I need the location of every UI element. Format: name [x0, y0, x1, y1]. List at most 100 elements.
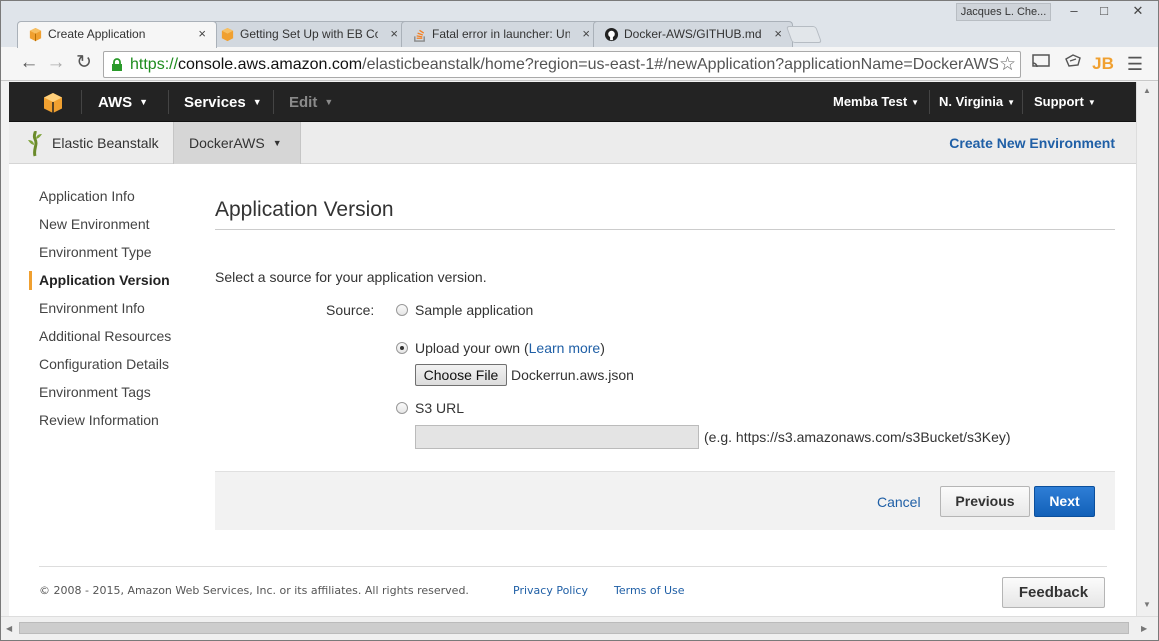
nav-divider — [1022, 90, 1023, 114]
vertical-scrollbar[interactable]: ▲ ▼ — [1136, 82, 1158, 616]
close-icon[interactable]: × — [774, 22, 782, 46]
step-review-information[interactable]: Review Information — [29, 406, 199, 434]
pocket-icon[interactable] — [1061, 53, 1085, 75]
sample-application-radio[interactable] — [396, 304, 408, 316]
account-menu[interactable]: Memba Test ▼ — [833, 82, 919, 122]
s3-url-label[interactable]: S3 URL — [415, 400, 464, 416]
address-bar[interactable]: https://console.aws.amazon.com/elasticbe… — [103, 51, 1021, 78]
services-menu[interactable]: Services ▼ — [184, 82, 262, 122]
nav-divider — [81, 90, 82, 114]
chevron-down-icon: ▼ — [324, 97, 334, 107]
tab-strip: Jacques L. Che... – □ ✕ Create Applicati… — [1, 1, 1158, 48]
wizard-steps-nav: Application Info New Environment Environ… — [29, 182, 199, 434]
main-content: Application Info New Environment Environ… — [9, 164, 1136, 616]
aws-cube-icon — [29, 27, 42, 42]
close-icon[interactable]: × — [582, 22, 590, 46]
chevron-down-icon: ▼ — [139, 97, 149, 107]
feedback-button[interactable]: Feedback — [1002, 577, 1105, 608]
tab-docker-aws-github[interactable]: Docker-AWS/GITHUB.md × — [593, 21, 793, 47]
scroll-right-icon[interactable]: ▶ — [1141, 624, 1147, 633]
maximize-button[interactable]: □ — [1089, 1, 1119, 23]
profile-button[interactable]: Jacques L. Che... — [956, 3, 1051, 21]
s3-url-radio[interactable] — [396, 402, 408, 414]
browser-window: Jacques L. Che... – □ ✕ Create Applicati… — [0, 0, 1159, 641]
terms-of-use-link[interactable]: Terms of Use — [614, 584, 685, 597]
service-title[interactable]: Elastic Beanstalk — [52, 122, 159, 164]
previous-button[interactable]: Previous — [940, 486, 1030, 517]
nav-divider — [929, 90, 930, 114]
intro-text: Select a source for your application ver… — [215, 269, 487, 285]
cancel-link[interactable]: Cancel — [877, 494, 921, 510]
step-new-environment[interactable]: New Environment — [29, 210, 199, 238]
learn-more-link[interactable]: Learn more — [529, 340, 601, 356]
close-icon[interactable]: × — [198, 22, 206, 46]
application-selector[interactable]: DockerAWS ▼ — [173, 122, 301, 164]
url-text: https://console.aws.amazon.com/elasticbe… — [130, 56, 998, 73]
aws-top-nav: AWS ▼ Services ▼ Edit ▼ Memba Test ▼ N. Virg… — [9, 82, 1136, 122]
scroll-up-icon[interactable]: ▲ — [1143, 86, 1151, 95]
nav-divider — [273, 90, 274, 114]
scroll-down-icon[interactable]: ▼ — [1143, 600, 1151, 609]
copyright-text: © 2008 - 2015, Amazon Web Services, Inc.… — [39, 584, 469, 597]
stackoverflow-icon — [414, 29, 425, 42]
chosen-file-name: Dockerrun.aws.json — [511, 367, 634, 383]
step-environment-info[interactable]: Environment Info — [29, 294, 199, 322]
choose-file-button[interactable]: Choose File — [415, 364, 507, 386]
scroll-thumb[interactable] — [19, 622, 1129, 634]
create-new-environment-link[interactable]: Create New Environment — [949, 122, 1115, 164]
cast-icon[interactable] — [1029, 53, 1053, 75]
minimize-button[interactable]: – — [1059, 1, 1089, 23]
tab-label: Getting Set Up with EB Co — [240, 27, 378, 41]
support-menu[interactable]: Support ▼ — [1034, 82, 1096, 122]
edit-menu[interactable]: Edit ▼ — [289, 82, 333, 122]
close-window-button[interactable]: ✕ — [1119, 1, 1157, 23]
browser-toolbar: ← → ↻ https://console.aws.amazon.com/ela… — [1, 47, 1158, 81]
chevron-down-icon: ▼ — [1087, 98, 1096, 107]
step-application-info[interactable]: Application Info — [29, 182, 199, 210]
tab-fatal-error[interactable]: Fatal error in launcher: Un × — [401, 21, 601, 47]
github-icon — [604, 27, 619, 42]
step-environment-tags[interactable]: Environment Tags — [29, 378, 199, 406]
tab-label: Create Application — [48, 27, 146, 41]
eb-subnav: Elastic Beanstalk DockerAWS ▼ Create New … — [9, 122, 1136, 164]
tab-create-application[interactable]: Create Application × — [17, 21, 217, 48]
chevron-down-icon: ▼ — [1007, 98, 1015, 107]
wizard-actions: Cancel Previous Next — [215, 471, 1115, 530]
jetbrains-icon[interactable]: JB — [1091, 53, 1115, 75]
upload-own-label[interactable]: Upload your own (Learn more) — [415, 340, 605, 356]
tab-label: Docker-AWS/GITHUB.md — [624, 27, 762, 41]
next-button[interactable]: Next — [1034, 486, 1095, 517]
page-title: Application Version — [215, 198, 394, 221]
aws-cube-icon — [221, 27, 234, 42]
step-additional-resources[interactable]: Additional Resources — [29, 322, 199, 350]
lock-icon — [112, 58, 122, 71]
aws-cube-icon[interactable] — [42, 92, 64, 114]
step-configuration-details[interactable]: Configuration Details — [29, 350, 199, 378]
menu-icon[interactable]: ☰ — [1123, 53, 1147, 75]
chevron-down-icon: ▼ — [252, 97, 262, 107]
sample-application-label[interactable]: Sample application — [415, 302, 533, 318]
forward-arrow-icon[interactable]: → — [44, 52, 68, 76]
upload-own-radio[interactable] — [396, 342, 408, 354]
chevron-down-icon: ▼ — [272, 138, 282, 148]
nav-divider — [168, 90, 169, 114]
scroll-left-icon[interactable]: ◀ — [6, 624, 12, 633]
region-menu[interactable]: N. Virginia ▼ — [939, 82, 1015, 122]
horizontal-scrollbar[interactable]: ◀ ▶ — [1, 616, 1158, 640]
tab-getting-set-up[interactable]: Getting Set Up with EB Co × — [209, 21, 409, 47]
tab-label: Fatal error in launcher: Un — [432, 27, 570, 41]
reload-icon[interactable]: ↻ — [72, 52, 96, 76]
beanstalk-icon[interactable] — [27, 131, 43, 157]
divider — [215, 229, 1115, 230]
step-application-version[interactable]: Application Version — [29, 266, 199, 294]
privacy-policy-link[interactable]: Privacy Policy — [513, 584, 588, 597]
close-icon[interactable]: × — [390, 22, 398, 46]
source-label: Source: — [326, 302, 375, 318]
aws-menu[interactable]: AWS ▼ — [98, 82, 148, 122]
bookmark-star-icon[interactable]: ☆ — [999, 54, 1016, 76]
step-environment-type[interactable]: Environment Type — [29, 238, 199, 266]
s3-url-input[interactable] — [415, 425, 699, 449]
s3-url-hint: (e.g. https://s3.amazonaws.com/s3Bucket/… — [704, 429, 1011, 445]
new-tab-button[interactable] — [785, 26, 823, 43]
back-arrow-icon[interactable]: ← — [17, 52, 41, 76]
